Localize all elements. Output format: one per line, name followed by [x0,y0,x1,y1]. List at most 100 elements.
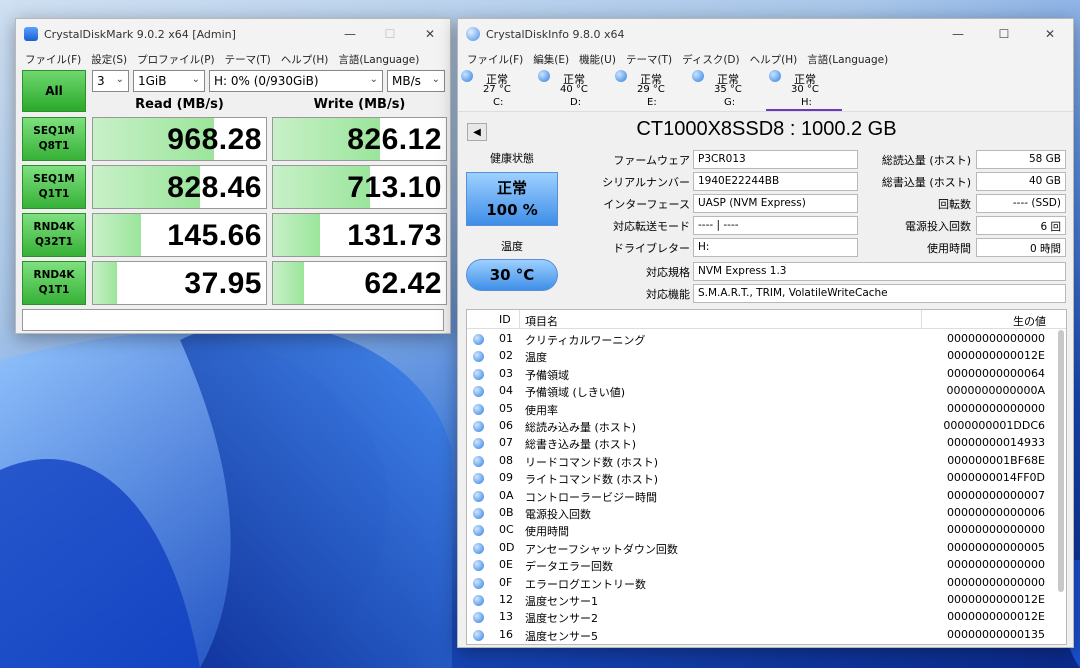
health-status-icon [461,70,473,82]
minimize-button[interactable]: — [330,19,370,49]
smart-row[interactable]: 0A コントローラービジー時間 00000000000007 [467,488,1057,505]
smart-row[interactable]: 08 リードコマンド数 (ホスト) 000000001BF68E [467,453,1057,470]
drive-tab-c[interactable]: 正常 27 °C C: [458,69,534,111]
menu-file[interactable]: ファイル(F) [20,52,86,67]
status-dot-icon [473,351,484,363]
smart-name: 温度センサー5 [525,629,598,643]
smart-id: 0F [499,575,513,589]
write-progress-bar [273,214,320,256]
smart-raw-value: 00000000000064 [947,366,1045,380]
menu-theme[interactable]: テーマ(T) [220,52,276,67]
vertical-scrollbar[interactable] [1058,330,1064,592]
test-button-2[interactable]: RND4K Q32T1 [22,213,86,257]
minimize-button[interactable]: — [935,19,981,49]
smart-row[interactable]: 09 ライトコマンド数 (ホスト) 0000000014FF0D [467,470,1057,487]
smart-row[interactable]: 02 温度 0000000000012E [467,348,1057,365]
drive-select[interactable]: H: 0% (0/930GiB) ⌄ [209,70,383,92]
smart-row[interactable]: 13 温度センサー2 0000000000012E [467,609,1057,626]
menu-settings[interactable]: 設定(S) [86,52,132,67]
smart-id: 02 [499,349,513,363]
test-count-select[interactable]: 3 ⌄ [92,70,129,92]
menu-disk[interactable]: ディスク(D) [677,52,745,67]
menu-language[interactable]: 言語(Language) [333,52,424,67]
comment-field[interactable] [22,309,444,331]
drive-tab-e[interactable]: 正常 29 °C E: [612,69,688,111]
drive-tab-d[interactable]: 正常 40 °C D: [535,69,611,111]
maximize-button[interactable]: ☐ [370,19,410,49]
smart-name: データエラー回数 [525,560,613,574]
unit-select[interactable]: MB/s ⌄ [387,70,445,92]
smart-row[interactable]: 05 使用率 00000000000000 [467,401,1057,418]
drive-tab-letter: E: [647,97,657,108]
write-result-value: 131.73 [347,219,442,252]
smart-row[interactable]: 0D アンセーフシャットダウン回数 00000000000005 [467,540,1057,557]
smart-id: 08 [499,453,513,467]
smart-id: 09 [499,471,513,485]
features-label: 対応機能 [646,288,690,301]
app-icon [466,27,480,41]
host-writes-label: 総書込量 (ホスト) [881,176,971,189]
smart-row[interactable]: 12 温度センサー1 0000000000012E [467,592,1057,609]
firmware-label: ファームウェア [613,154,690,167]
test-type-label: SEQ1M [33,125,75,137]
smart-row[interactable]: 04 予備領域 (しきい値) 0000000000000A [467,383,1057,400]
smart-row[interactable]: 0C 使用時間 00000000000000 [467,522,1057,539]
cdm-menubar: ファイル(F) 設定(S) プロファイル(P) テーマ(T) ヘルプ(H) 言語… [16,49,450,69]
menu-profile[interactable]: プロファイル(P) [132,52,220,67]
chevron-down-icon: ⌄ [115,74,124,85]
smart-row[interactable]: 0F エラーログエントリー数 00000000000000 [467,575,1057,592]
menu-language[interactable]: 言語(Language) [802,52,893,67]
read-column-header: Read (MB/s) [135,97,224,112]
smart-table-header: ID 項目名 生の値 [467,310,1066,329]
smart-id: 13 [499,610,513,624]
drive-letter-label: ドライブレター [613,242,690,255]
column-header-raw[interactable]: 生の値 [1013,313,1046,329]
column-header-id[interactable]: ID [499,313,511,326]
smart-attribute-table[interactable]: ID 項目名 生の値 01 クリティカルワーニング 00000000000000… [466,309,1067,645]
smart-id: 0B [499,506,514,519]
smart-raw-value: 0000000000012E [947,610,1045,624]
menu-edit[interactable]: 編集(E) [528,52,574,67]
close-button[interactable]: ✕ [410,19,450,49]
maximize-button[interactable]: ☐ [981,19,1027,49]
drive-tab-letter: C: [493,97,504,108]
column-header-name[interactable]: 項目名 [525,313,558,329]
smart-row[interactable]: 0E データエラー回数 00000000000000 [467,557,1057,574]
menu-file[interactable]: ファイル(F) [462,52,528,67]
previous-disk-button[interactable]: ◀ [467,123,487,141]
test-button-1[interactable]: SEQ1M Q1T1 [22,165,86,209]
smart-raw-value: 000000001BF68E [947,453,1045,467]
smart-name: ライトコマンド数 (ホスト) [525,473,659,487]
run-all-button[interactable]: All [22,70,86,112]
smart-row[interactable]: 01 クリティカルワーニング 00000000000000 [467,331,1057,348]
chevron-down-icon: ⌄ [369,74,378,85]
test-button-3[interactable]: RND4K Q1T1 [22,261,86,305]
menu-theme[interactable]: テーマ(T) [621,52,677,67]
smart-row[interactable]: 06 総読み込み量 (ホスト) 0000000001DDC6 [467,418,1057,435]
test-button-0[interactable]: SEQ1M Q8T1 [22,117,86,161]
test-size-select[interactable]: 1GiB ⌄ [133,70,205,92]
smart-name: 予備領域 (しきい値) [525,386,626,400]
smart-row[interactable]: 07 総書き込み量 (ホスト) 00000000014933 [467,435,1057,452]
menu-help[interactable]: ヘルプ(H) [745,52,803,67]
health-status-icon [769,70,781,82]
read-result-cell: 968.28 [92,117,267,161]
standard-label: 対応規格 [646,266,690,279]
rotation-label: 回転数 [938,198,971,211]
smart-name: リードコマンド数 (ホスト) [525,455,659,469]
drive-tab-g[interactable]: 正常 35 °C G: [689,69,765,111]
close-button[interactable]: ✕ [1027,19,1073,49]
read-result-value: 37.95 [184,267,262,300]
temperature-label: 温度 [501,240,523,253]
smart-raw-value: 00000000000007 [947,488,1045,502]
temperature-box: 30 °C [466,259,558,291]
menu-help[interactable]: ヘルプ(H) [276,52,334,67]
column-divider [921,310,922,329]
smart-raw-value: 00000000000000 [947,558,1045,572]
drive-tab-letter: H: [801,97,812,108]
drive-tab-h[interactable]: 正常 30 °C H: [766,69,842,111]
smart-row[interactable]: 16 温度センサー5 00000000000135 [467,627,1057,644]
smart-row[interactable]: 03 予備領域 00000000000064 [467,366,1057,383]
menu-function[interactable]: 機能(U) [574,52,621,67]
smart-row[interactable]: 0B 電源投入回数 00000000000006 [467,505,1057,522]
